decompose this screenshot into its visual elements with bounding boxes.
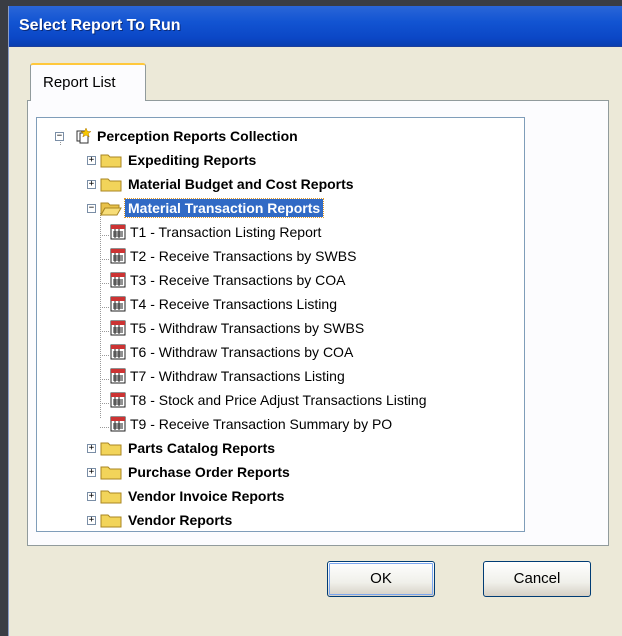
tree-folder-label: Expediting Reports xyxy=(128,152,257,168)
tree-root-label: Perception Reports Collection xyxy=(97,128,298,144)
tree-line xyxy=(100,427,110,428)
tree-line xyxy=(100,213,101,418)
folder-icon xyxy=(100,514,122,528)
folder-icon xyxy=(100,178,122,192)
tree-report-item[interactable]: T4 - Receive Transactions Listing xyxy=(110,294,510,314)
folder-icon xyxy=(100,442,122,456)
report-label: T3 - Receive Transactions by COA xyxy=(130,272,346,288)
tree-line xyxy=(100,235,110,236)
expand-icon[interactable]: + xyxy=(87,516,96,525)
tree-line xyxy=(100,355,110,356)
open-folder-icon xyxy=(100,202,122,216)
folder-icon xyxy=(100,154,122,168)
folder-icon xyxy=(100,466,122,480)
report-icon xyxy=(110,248,126,264)
collapse-icon[interactable]: − xyxy=(87,204,96,213)
cancel-button[interactable]: Cancel xyxy=(483,561,591,597)
tree-report-item[interactable]: T5 - Withdraw Transactions by SWBS xyxy=(110,318,510,338)
tree-folder-label: Material Budget and Cost Reports xyxy=(128,176,354,192)
report-icon xyxy=(110,224,126,240)
expand-icon[interactable]: + xyxy=(87,180,96,189)
tree-folder[interactable]: + Expediting Reports xyxy=(87,150,387,170)
report-label: T2 - Receive Transactions by SWBS xyxy=(130,248,357,264)
report-dialog: Select Report To Run Report List − Perce… xyxy=(8,6,622,636)
report-label: T6 - Withdraw Transactions by COA xyxy=(130,344,354,360)
tree-folder-selected[interactable]: − Material Transaction Reports xyxy=(87,198,417,218)
report-icon xyxy=(110,368,126,384)
expand-icon[interactable]: + xyxy=(87,444,96,453)
folder-icon xyxy=(100,490,122,504)
report-label: T4 - Receive Transactions Listing xyxy=(130,296,337,312)
report-label: T8 - Stock and Price Adjust Transactions… xyxy=(130,392,427,408)
tree-report-item[interactable]: T6 - Withdraw Transactions by COA xyxy=(110,342,510,362)
tree-folder-label: Material Transaction Reports xyxy=(123,198,325,218)
tree-folder[interactable]: + Vendor Invoice Reports xyxy=(87,486,387,506)
tree-report-item[interactable]: T9 - Receive Transaction Summary by PO xyxy=(110,414,510,434)
tree-line xyxy=(100,307,110,308)
report-label: T1 - Transaction Listing Report xyxy=(130,224,322,240)
report-label: T7 - Withdraw Transactions Listing xyxy=(130,368,345,384)
ok-button[interactable]: OK xyxy=(327,561,435,597)
tab-report-list[interactable]: Report List xyxy=(30,63,146,101)
tree-folder[interactable]: + Material Budget and Cost Reports xyxy=(87,174,417,194)
report-label: T5 - Withdraw Transactions by SWBS xyxy=(130,320,365,336)
tree-folder-label: Vendor Reports xyxy=(128,512,233,528)
tree-report-item[interactable]: T7 - Withdraw Transactions Listing xyxy=(110,366,510,386)
report-tree[interactable]: − Perception Reports Collection + Expedi… xyxy=(36,117,525,532)
report-icon xyxy=(110,416,126,432)
report-icon xyxy=(110,392,126,408)
collapse-icon[interactable]: − xyxy=(55,132,64,141)
title-bar[interactable]: Select Report To Run xyxy=(9,6,622,47)
tab-label: Report List xyxy=(43,74,116,91)
expand-icon[interactable]: + xyxy=(87,492,96,501)
tree-report-item[interactable]: T8 - Stock and Price Adjust Transactions… xyxy=(110,390,520,410)
collection-icon xyxy=(76,128,91,144)
tree-report-item[interactable]: T2 - Receive Transactions by SWBS xyxy=(110,246,510,266)
tree-report-item[interactable]: T3 - Receive Transactions by COA xyxy=(110,270,510,290)
tree-folder[interactable]: + Vendor Reports xyxy=(87,510,387,530)
tree-line xyxy=(100,283,110,284)
tree-folder-label: Purchase Order Reports xyxy=(128,464,290,480)
tree-line xyxy=(100,331,110,332)
report-icon xyxy=(110,320,126,336)
report-label: T9 - Receive Transaction Summary by PO xyxy=(130,416,393,432)
tree-folder-label: Parts Catalog Reports xyxy=(128,440,276,456)
report-icon xyxy=(110,272,126,288)
tree-line xyxy=(100,403,110,404)
expand-icon[interactable]: + xyxy=(87,468,96,477)
tree-line xyxy=(100,259,110,260)
report-icon xyxy=(110,296,126,312)
tree-report-item[interactable]: T1 - Transaction Listing Report xyxy=(110,222,510,242)
tree-root[interactable]: − Perception Reports Collection xyxy=(55,126,375,146)
tree-folder[interactable]: + Purchase Order Reports xyxy=(87,462,387,482)
tree-line xyxy=(100,379,110,380)
expand-icon[interactable]: + xyxy=(87,156,96,165)
tree-folder-label: Vendor Invoice Reports xyxy=(128,488,285,504)
tree-folder[interactable]: + Parts Catalog Reports xyxy=(87,438,387,458)
report-icon xyxy=(110,344,126,360)
window-title: Select Report To Run xyxy=(19,17,181,34)
